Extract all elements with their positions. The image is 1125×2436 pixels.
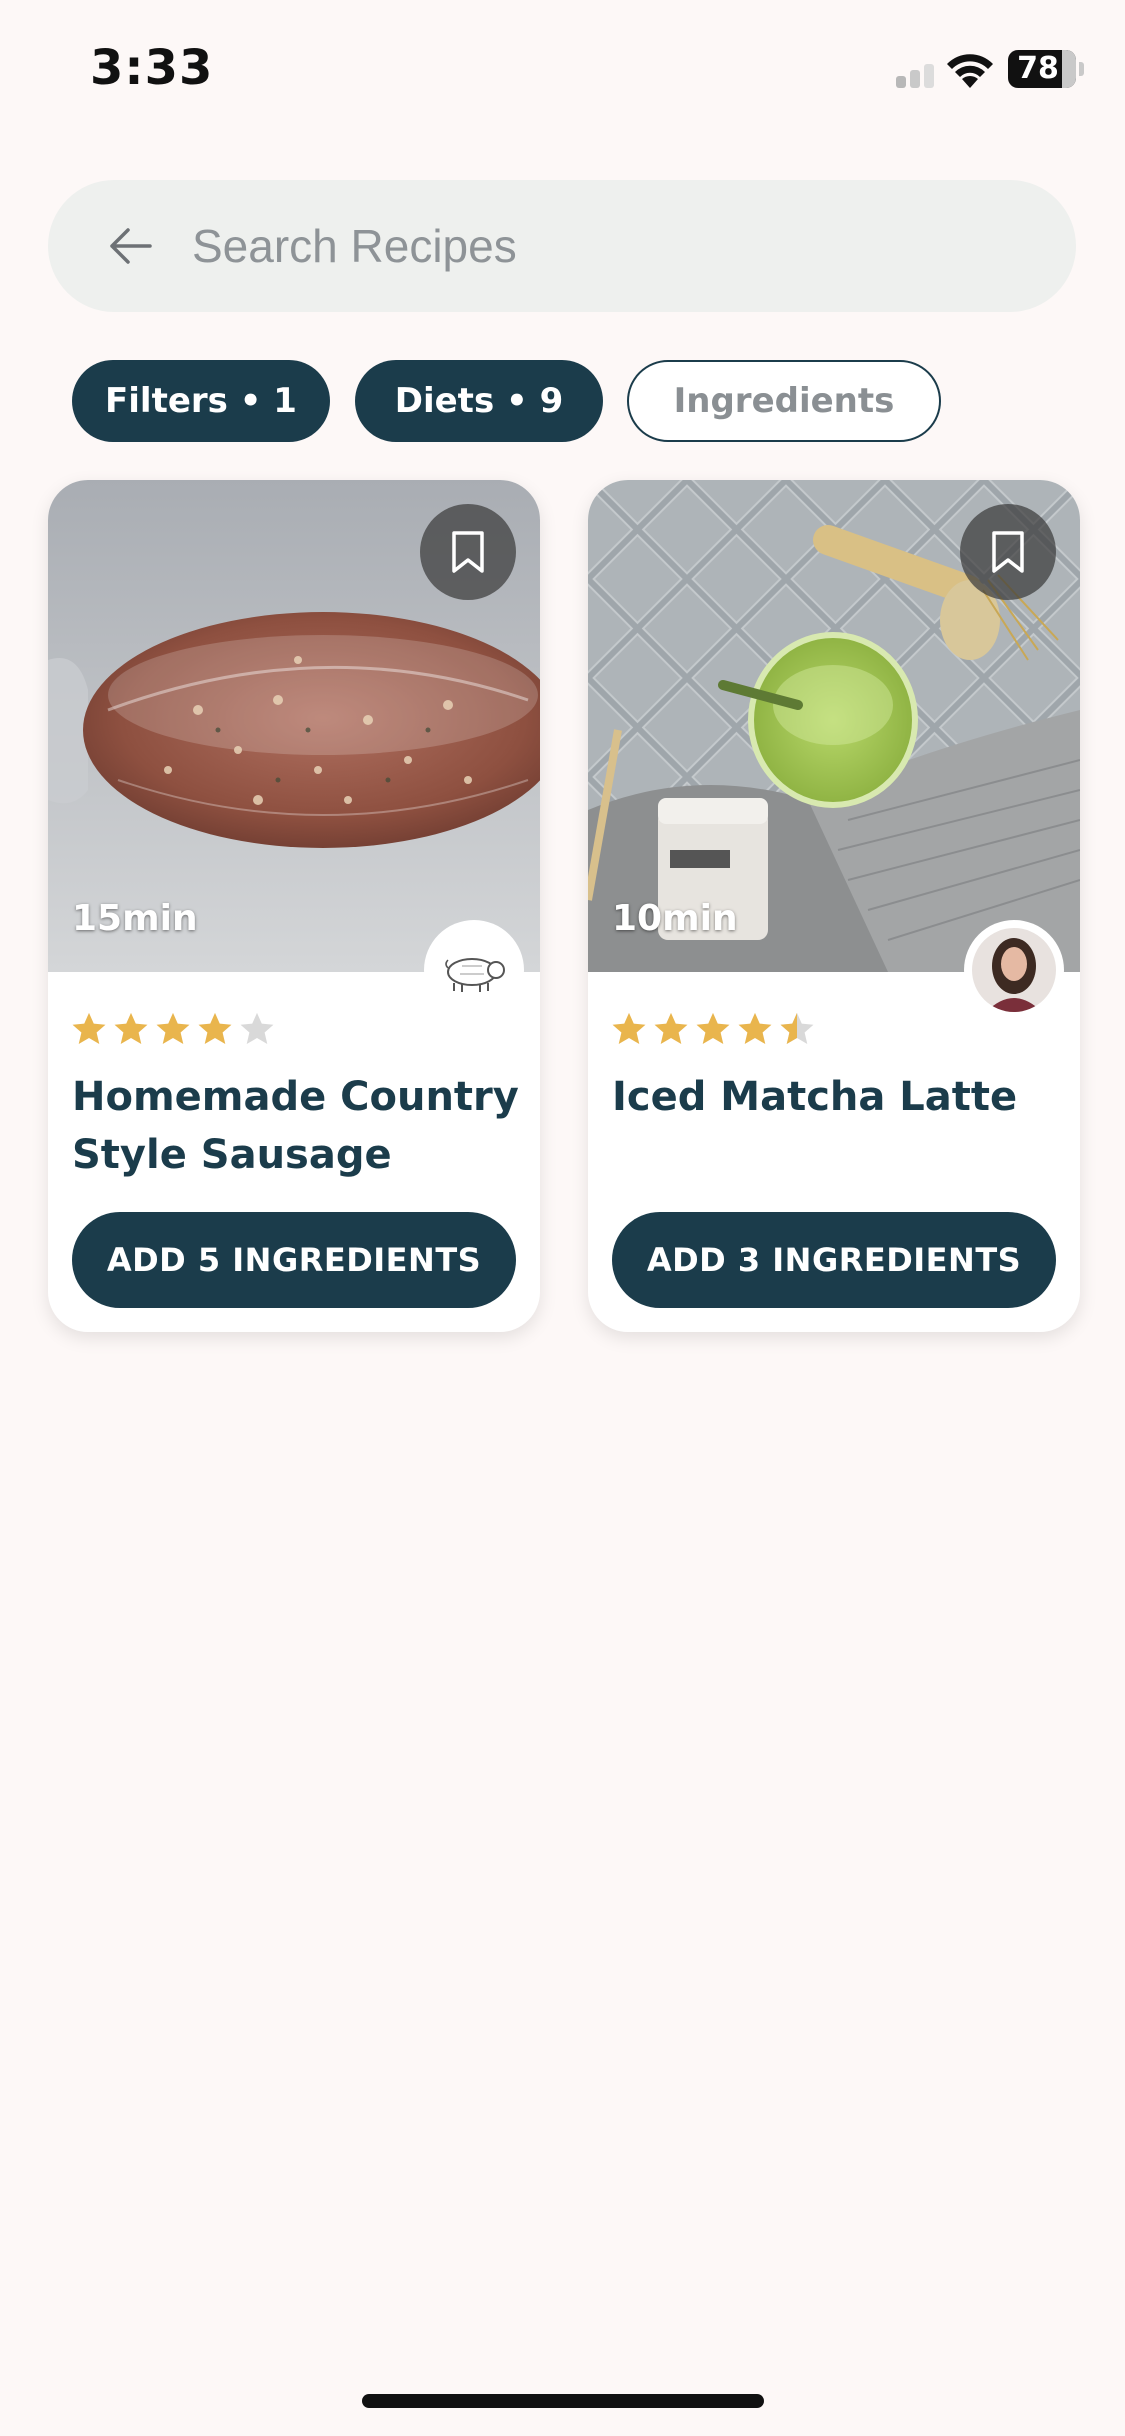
- star-full-icon: [198, 1012, 232, 1045]
- ingredients-chip[interactable]: Ingredients: [627, 360, 941, 442]
- status-time: 3:33: [90, 40, 214, 96]
- recipe-card[interactable]: 15min Homemade Country Style Sausage ADD…: [48, 480, 540, 1332]
- star-full-icon: [156, 1012, 190, 1045]
- bookmark-button[interactable]: [960, 504, 1056, 600]
- add-ingredients-button[interactable]: ADD 5 INGREDIENTS: [72, 1212, 516, 1308]
- star-full-icon: [696, 1012, 730, 1045]
- battery-percentage: 78: [1017, 51, 1059, 86]
- pig-avatar-icon: [432, 928, 516, 1012]
- cook-time-label: 15min: [72, 898, 198, 939]
- star-full-icon: [654, 1012, 688, 1045]
- star-half-icon: [780, 1012, 814, 1045]
- filters-chip[interactable]: Filters • 1: [72, 360, 330, 442]
- author-avatar[interactable]: [972, 928, 1056, 1012]
- search-input[interactable]: Search Recipes: [192, 180, 517, 312]
- bookmark-button[interactable]: [420, 504, 516, 600]
- wifi-icon: [947, 54, 993, 88]
- recipe-image-matcha[interactable]: 10min: [588, 480, 1080, 972]
- bookmark-icon: [992, 531, 1024, 573]
- star-full-icon: [114, 1012, 148, 1045]
- cook-time-label: 10min: [612, 898, 738, 939]
- status-bar: 3:33 78: [0, 0, 1125, 140]
- recipe-card[interactable]: 10min Iced Matcha Latte ADD 3 INGREDIENT…: [588, 480, 1080, 1332]
- woman-avatar-icon: [972, 928, 1056, 1012]
- recipe-image-sausage[interactable]: 15min: [48, 480, 540, 972]
- bookmark-icon: [452, 531, 484, 573]
- star-full-icon: [738, 1012, 772, 1045]
- star-full-icon: [612, 1012, 646, 1045]
- author-avatar[interactable]: [432, 928, 516, 1012]
- star-full-icon: [72, 1012, 106, 1045]
- recipe-title[interactable]: Iced Matcha Latte: [612, 1068, 1062, 1126]
- add-ingredients-button[interactable]: ADD 3 INGREDIENTS: [612, 1212, 1056, 1308]
- battery-icon: 78: [1008, 50, 1076, 88]
- search-bar[interactable]: Search Recipes: [48, 180, 1076, 312]
- cellular-signal-icon: [896, 60, 936, 88]
- back-arrow-icon[interactable]: [106, 222, 154, 270]
- recipe-title[interactable]: Homemade Country Style Sausage: [72, 1068, 522, 1184]
- star-empty-icon: [240, 1012, 274, 1045]
- diets-chip[interactable]: Diets • 9: [355, 360, 603, 442]
- home-indicator[interactable]: [362, 2394, 764, 2408]
